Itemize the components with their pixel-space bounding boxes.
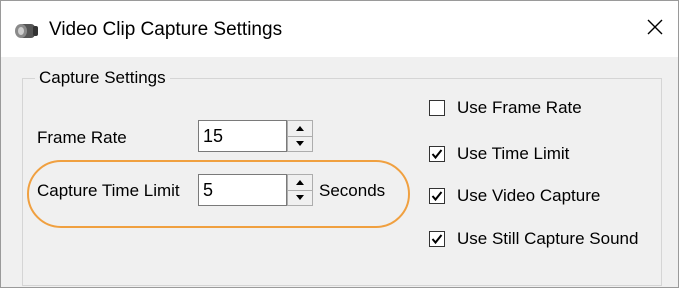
close-icon [647, 19, 663, 40]
title-bar: Video Clip Capture Settings [1, 1, 678, 57]
time-limit-spinner[interactable] [287, 174, 313, 206]
time-limit-down-button[interactable] [287, 190, 313, 206]
frame-rate-down-button[interactable] [287, 136, 313, 152]
checkbox-label: Use Frame Rate [457, 98, 582, 117]
arrow-down-icon [296, 141, 304, 147]
frame-rate-spinner[interactable] [287, 120, 313, 152]
checkmark-icon [431, 149, 443, 160]
checkbox-box[interactable] [429, 188, 445, 204]
checkmark-icon [431, 234, 443, 245]
time-limit-input[interactable] [198, 174, 287, 206]
checkbox-label: Use Time Limit [457, 144, 570, 163]
checkbox-label: Use Still Capture Sound [457, 229, 639, 248]
camera-icon [13, 21, 41, 41]
time-limit-label: Capture Time Limit [37, 181, 180, 200]
group-legend: Capture Settings [35, 67, 170, 89]
close-button[interactable] [632, 1, 678, 57]
checkbox-box[interactable] [429, 146, 445, 162]
seconds-unit-label: Seconds [319, 181, 386, 200]
checkbox-use-time-limit[interactable]: Use Time Limit [429, 142, 569, 166]
arrow-down-icon [296, 195, 304, 201]
checkbox-use-frame-rate[interactable]: Use Frame Rate [429, 96, 582, 120]
frame-rate-label: Frame Rate [37, 128, 127, 147]
frame-rate-up-button[interactable] [287, 120, 313, 137]
checkbox-box[interactable] [429, 231, 445, 247]
window-title: Video Clip Capture Settings [49, 19, 283, 40]
arrow-up-icon [296, 125, 304, 131]
checkbox-box[interactable] [429, 100, 445, 116]
arrow-up-icon [296, 179, 304, 185]
frame-rate-input[interactable] [198, 120, 287, 152]
time-limit-up-button[interactable] [287, 174, 313, 191]
settings-dialog: Video Clip Capture Settings Capture Sett… [0, 0, 679, 288]
checkbox-label: Use Video Capture [457, 186, 601, 205]
checkbox-use-still-capture-sound[interactable]: Use Still Capture Sound [429, 227, 638, 251]
checkmark-icon [431, 191, 443, 202]
checkbox-use-video-capture[interactable]: Use Video Capture [429, 184, 600, 208]
